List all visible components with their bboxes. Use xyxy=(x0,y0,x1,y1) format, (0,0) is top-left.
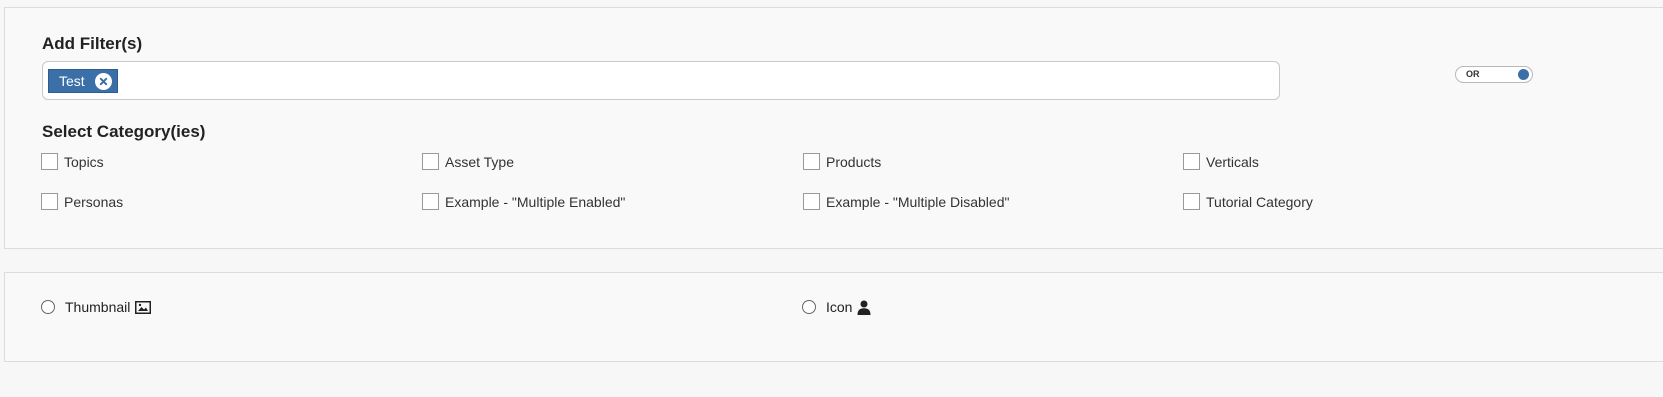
toggle-knob xyxy=(1518,69,1529,80)
option-label: Thumbnail xyxy=(65,299,131,315)
display-panel: Thumbnail Icon xyxy=(4,272,1663,362)
option-thumbnail[interactable]: Thumbnail xyxy=(41,299,152,315)
category-label: Verticals xyxy=(1206,153,1259,170)
category-products[interactable]: Products xyxy=(803,153,881,170)
checkbox[interactable] xyxy=(41,153,58,170)
category-label: Products xyxy=(826,153,882,170)
category-label: Personas xyxy=(64,193,124,210)
filter-input[interactable]: Test xyxy=(42,61,1280,100)
checkbox[interactable] xyxy=(1183,193,1200,210)
image-icon xyxy=(135,300,152,314)
select-categories-title: Select Category(ies) xyxy=(42,122,206,141)
category-personas[interactable]: Personas xyxy=(41,193,123,210)
checkbox[interactable] xyxy=(422,153,439,170)
and-or-toggle[interactable]: OR xyxy=(1455,66,1533,83)
category-example-multiple-enabled[interactable]: Example - "Multiple Enabled" xyxy=(422,193,625,210)
category-label: Example - "Multiple Enabled" xyxy=(445,193,626,210)
user-icon xyxy=(857,300,871,315)
filter-chip-label: Test xyxy=(59,73,85,89)
category-asset-type[interactable]: Asset Type xyxy=(422,153,514,170)
category-label: Tutorial Category xyxy=(1206,193,1313,210)
category-label: Asset Type xyxy=(445,153,515,170)
filter-chip[interactable]: Test xyxy=(48,69,118,93)
category-label: Example - "Multiple Disabled" xyxy=(826,193,1010,210)
option-icon[interactable]: Icon xyxy=(802,299,871,315)
checkbox[interactable] xyxy=(422,193,439,210)
close-circle-icon[interactable] xyxy=(94,72,112,90)
radio-button[interactable] xyxy=(41,300,55,314)
filters-panel: Add Filter(s) Test OR Select Category(ie… xyxy=(4,7,1663,249)
toggle-label: OR xyxy=(1466,69,1480,79)
checkbox[interactable] xyxy=(41,193,58,210)
checkbox[interactable] xyxy=(1183,153,1200,170)
checkbox[interactable] xyxy=(803,193,820,210)
option-label: Icon xyxy=(826,299,853,315)
category-example-multiple-disabled[interactable]: Example - "Multiple Disabled" xyxy=(803,193,1009,210)
category-verticals[interactable]: Verticals xyxy=(1183,153,1259,170)
category-label: Topics xyxy=(64,153,104,170)
category-tutorial-category[interactable]: Tutorial Category xyxy=(1183,193,1313,210)
category-topics[interactable]: Topics xyxy=(41,153,104,170)
checkbox[interactable] xyxy=(803,153,820,170)
add-filters-title: Add Filter(s) xyxy=(42,34,143,53)
radio-button[interactable] xyxy=(802,300,816,314)
